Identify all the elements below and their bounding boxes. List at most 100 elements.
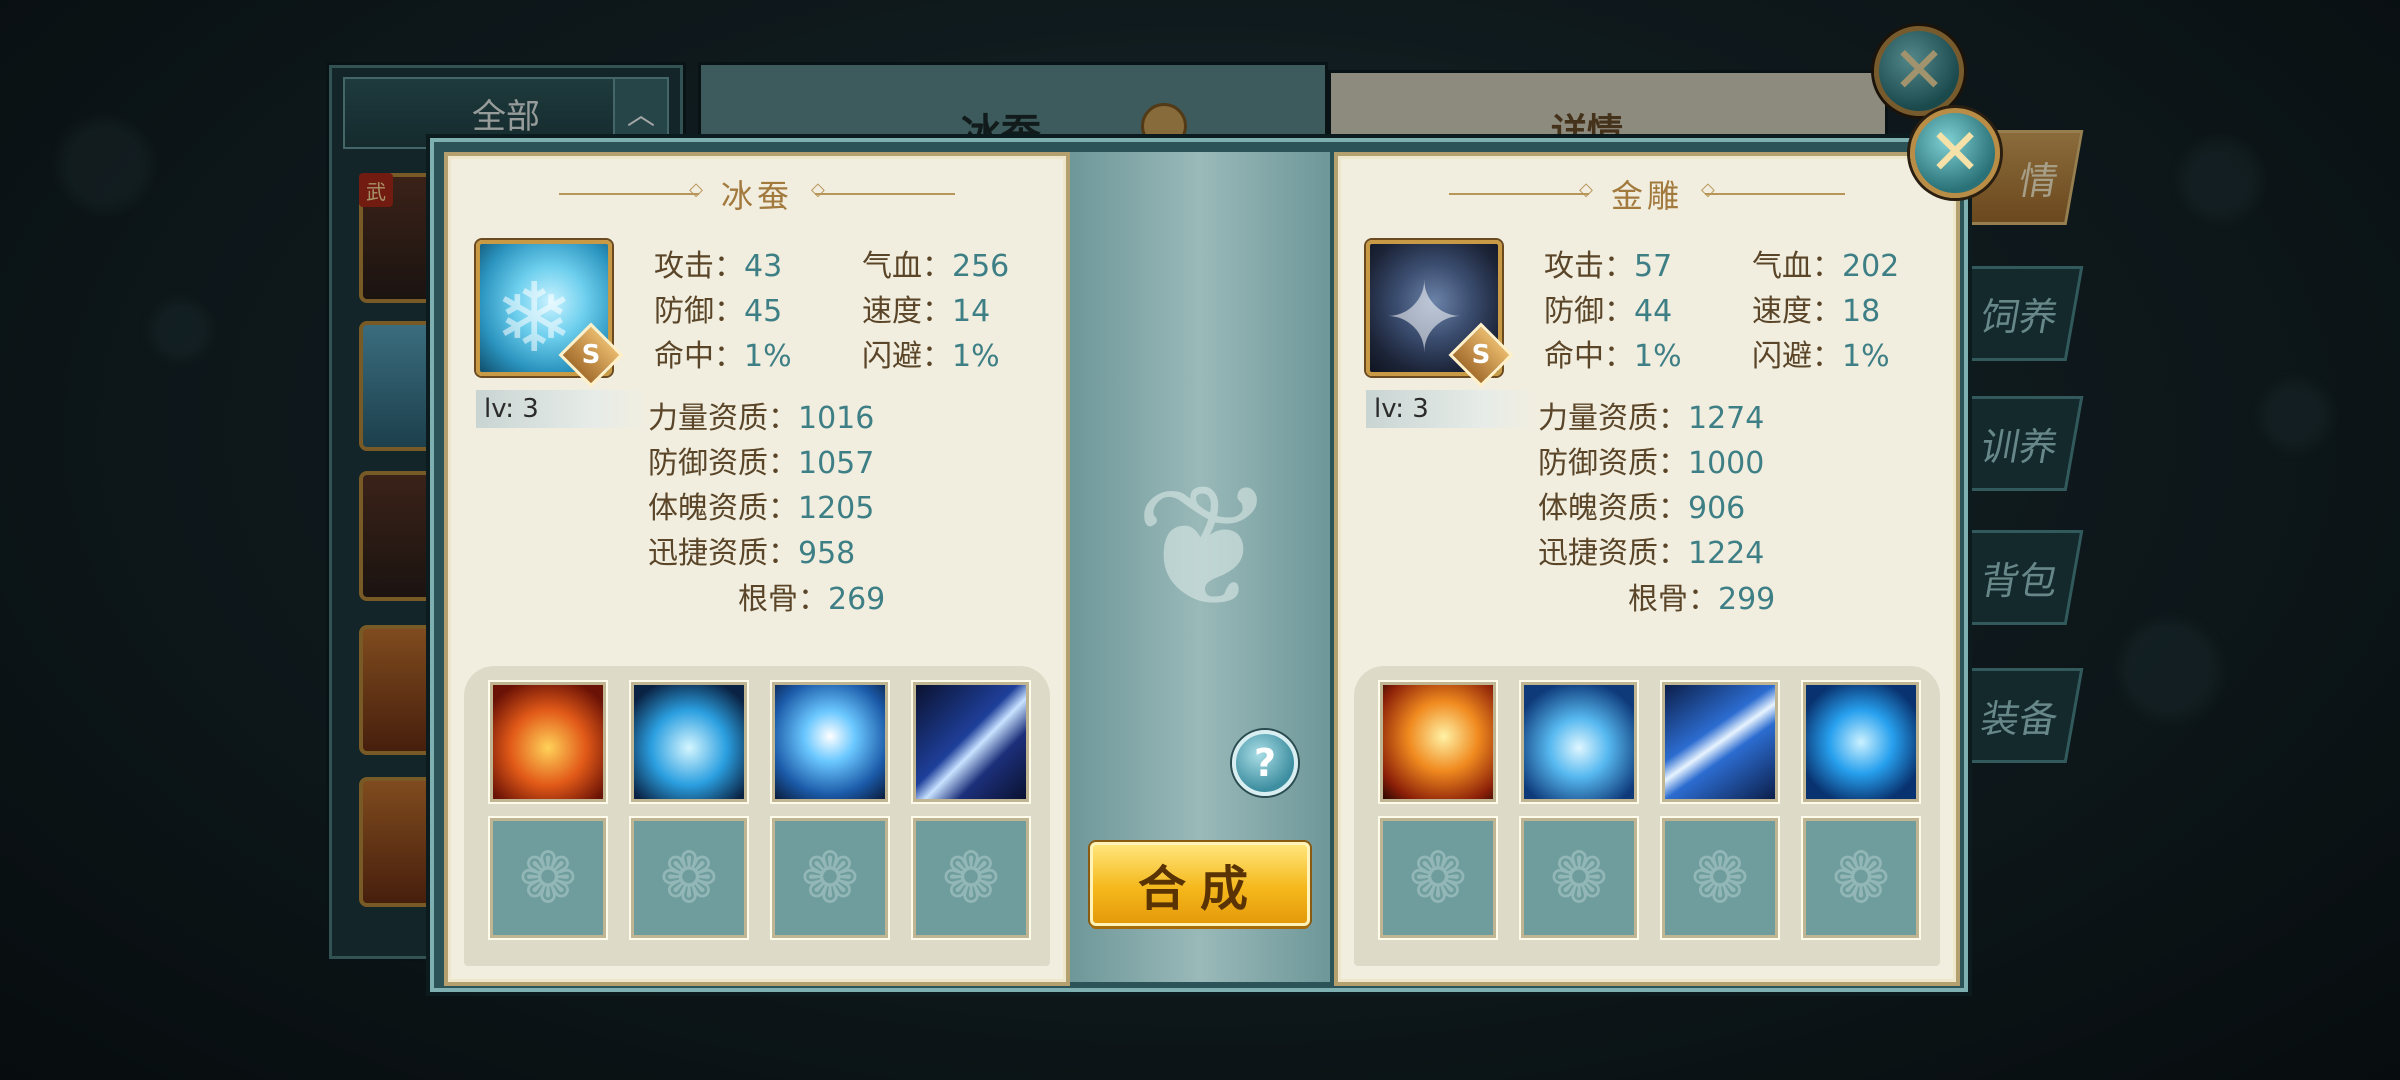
stat-value: 1% bbox=[952, 339, 1000, 374]
heart-skill-icon[interactable] bbox=[1521, 682, 1637, 802]
left-skills-grid bbox=[464, 666, 1050, 966]
empty-skill-slot[interactable] bbox=[1662, 818, 1778, 938]
aptitude-agility: 迅捷资质：1224 bbox=[1538, 537, 1764, 571]
stat-label: 速度： bbox=[862, 294, 952, 329]
aptitude-label: 根骨： bbox=[738, 582, 828, 617]
stat-label: 闪避： bbox=[862, 339, 952, 374]
aptitude-defense: 防御资质：1000 bbox=[1538, 447, 1764, 481]
left-pet-card: 冰蚕 ❄ S lv: 3 攻击：43 气血：256 防御：45 速度：14 命中… bbox=[444, 152, 1070, 986]
empty-skill-slot[interactable] bbox=[631, 818, 747, 938]
stat-value: 44 bbox=[1634, 294, 1673, 329]
empty-skill-slot[interactable] bbox=[490, 818, 606, 938]
merge-button[interactable]: 合成 bbox=[1090, 842, 1310, 926]
aptitude-physique: 体魄资质：1205 bbox=[648, 492, 874, 526]
right-pet-title-bar: 金雕 bbox=[1338, 174, 1956, 215]
aptitude-physique: 体魄资质：906 bbox=[1538, 492, 1745, 526]
right-pet-level: lv: 3 bbox=[1366, 390, 1536, 428]
left-pet-title-bar: 冰蚕 bbox=[448, 174, 1066, 215]
title-ornament bbox=[1448, 179, 1593, 200]
right-skills-grid bbox=[1354, 666, 1940, 966]
stat-value: 202 bbox=[1842, 249, 1900, 284]
left-pet-level: lv: 3 bbox=[476, 390, 646, 428]
aptitude-value: 1016 bbox=[798, 401, 875, 436]
wolf-skill-icon[interactable] bbox=[1803, 682, 1919, 802]
lightning-skill-icon[interactable] bbox=[772, 682, 888, 802]
stat-label: 闪避： bbox=[1752, 339, 1842, 374]
stat-hit: 命中：1% bbox=[654, 340, 792, 374]
rank-label: S bbox=[1471, 340, 1491, 370]
aptitude-label: 力量资质： bbox=[1538, 401, 1688, 436]
aptitude-label: 力量资质： bbox=[648, 401, 798, 436]
stat-speed: 速度：14 bbox=[862, 295, 990, 329]
aptitude-value: 1224 bbox=[1688, 536, 1765, 571]
stat-label: 速度： bbox=[1752, 294, 1842, 329]
aptitude-value: 1057 bbox=[798, 446, 875, 481]
empty-skill-slot[interactable] bbox=[913, 818, 1029, 938]
stat-value: 1% bbox=[1842, 339, 1890, 374]
help-icon[interactable]: ? bbox=[1232, 730, 1298, 796]
claw-skill-icon[interactable] bbox=[913, 682, 1029, 802]
left-pet-name: 冰蚕 bbox=[720, 177, 793, 215]
aptitude-label: 防御资质： bbox=[1538, 446, 1688, 481]
aptitude-root: 根骨：299 bbox=[1628, 583, 1775, 617]
empty-skill-slot[interactable] bbox=[772, 818, 888, 938]
stat-defense: 防御：45 bbox=[654, 295, 782, 329]
stat-label: 气血： bbox=[862, 249, 952, 284]
stat-value: 43 bbox=[744, 249, 783, 284]
right-pet-name: 金雕 bbox=[1610, 177, 1683, 215]
stat-label: 防御： bbox=[1544, 294, 1634, 329]
dragon-emblem-icon: ❦ bbox=[1133, 449, 1277, 647]
stat-defense: 防御：44 bbox=[1544, 295, 1672, 329]
bolt-skill-icon[interactable] bbox=[1662, 682, 1778, 802]
aptitude-root: 根骨：269 bbox=[738, 583, 885, 617]
aptitude-label: 体魄资质： bbox=[648, 491, 798, 526]
phoenix-skill-icon[interactable] bbox=[1380, 682, 1496, 802]
aptitude-label: 迅捷资质： bbox=[648, 536, 798, 571]
aptitude-value: 906 bbox=[1688, 491, 1746, 526]
stat-hp: 气血：202 bbox=[1752, 250, 1899, 284]
stat-attack: 攻击：57 bbox=[1544, 250, 1672, 284]
stat-value: 14 bbox=[952, 294, 991, 329]
aptitude-defense: 防御资质：1057 bbox=[648, 447, 874, 481]
title-ornament bbox=[558, 179, 703, 200]
aptitude-agility: 迅捷资质：958 bbox=[648, 537, 855, 571]
aptitude-label: 防御资质： bbox=[648, 446, 798, 481]
aptitude-value: 958 bbox=[798, 536, 856, 571]
aptitude-label: 体魄资质： bbox=[1538, 491, 1688, 526]
stat-label: 防御： bbox=[654, 294, 744, 329]
stat-attack: 攻击：43 bbox=[654, 250, 782, 284]
stat-dodge: 闪避：1% bbox=[862, 340, 1000, 374]
empty-skill-slot[interactable] bbox=[1803, 818, 1919, 938]
stat-label: 攻击： bbox=[654, 249, 744, 284]
title-ornament bbox=[1701, 179, 1845, 200]
empty-skill-slot[interactable] bbox=[1521, 818, 1637, 938]
title-ornament bbox=[811, 179, 955, 200]
empty-skill-slot[interactable] bbox=[1380, 818, 1496, 938]
stat-hp: 气血：256 bbox=[862, 250, 1009, 284]
close-icon[interactable]: ✕ bbox=[1910, 108, 2000, 198]
aptitude-value: 1205 bbox=[798, 491, 875, 526]
blue-orb-skill-icon[interactable] bbox=[631, 682, 747, 802]
stat-value: 45 bbox=[744, 294, 783, 329]
stat-value: 256 bbox=[952, 249, 1010, 284]
stat-value: 1% bbox=[744, 339, 792, 374]
aptitude-value: 299 bbox=[1718, 582, 1776, 617]
aptitude-label: 迅捷资质： bbox=[1538, 536, 1688, 571]
stat-speed: 速度：18 bbox=[1752, 295, 1880, 329]
rank-label: S bbox=[581, 340, 601, 370]
stat-dodge: 闪避：1% bbox=[1752, 340, 1890, 374]
stat-label: 命中： bbox=[654, 339, 744, 374]
stat-label: 气血： bbox=[1752, 249, 1842, 284]
aptitude-strength: 力量资质：1016 bbox=[648, 402, 874, 436]
aptitude-value: 1274 bbox=[1688, 401, 1765, 436]
stat-label: 命中： bbox=[1544, 339, 1634, 374]
stat-hit: 命中：1% bbox=[1544, 340, 1682, 374]
fire-skill-icon[interactable] bbox=[490, 682, 606, 802]
aptitude-value: 1000 bbox=[1688, 446, 1765, 481]
stat-value: 57 bbox=[1634, 249, 1673, 284]
aptitude-value: 269 bbox=[828, 582, 886, 617]
aptitude-strength: 力量资质：1274 bbox=[1538, 402, 1764, 436]
aptitude-label: 根骨： bbox=[1628, 582, 1718, 617]
stat-value: 18 bbox=[1842, 294, 1881, 329]
stat-value: 1% bbox=[1634, 339, 1682, 374]
